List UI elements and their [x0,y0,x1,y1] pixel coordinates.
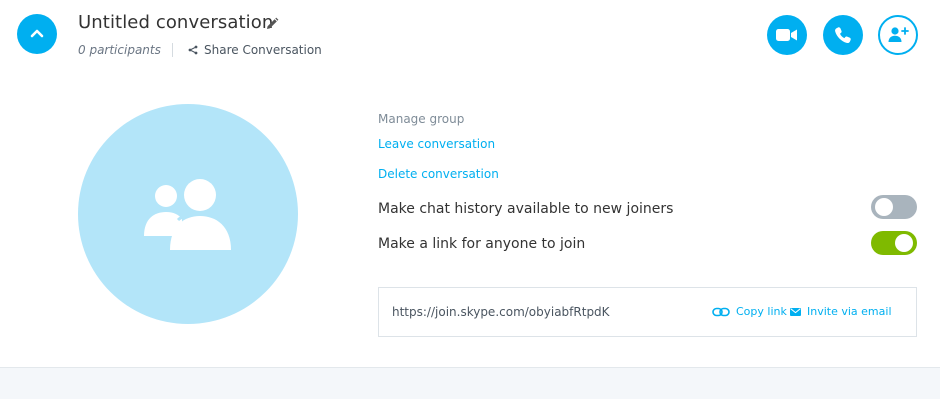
link-icon [712,307,730,316]
invite-via-email-label: Invite via email [807,305,892,318]
add-participant-button[interactable] [878,15,918,55]
toggle-knob [875,198,893,216]
join-link-url[interactable]: https://join.skype.com/obyiabfRtpdK [392,305,610,319]
conversation-header: Untitled conversation 0 participants Sha… [0,0,940,80]
participants-count: 0 participants [78,43,161,57]
copy-link-button[interactable]: Copy link [712,305,787,318]
add-person-icon [888,27,909,42]
message-compose-area[interactable] [0,367,940,399]
join-link-label: Make a link for anyone to join [378,236,586,252]
phone-icon [835,27,851,44]
group-icon [144,179,231,250]
leave-conversation-link[interactable]: Leave conversation [378,137,495,151]
video-camera-icon [776,29,797,41]
invite-via-email-button[interactable]: Invite via email [790,305,892,318]
share-conversation-button[interactable]: Share Conversation [188,43,322,57]
chat-history-toggle[interactable] [871,195,917,219]
audio-call-button[interactable] [823,15,863,55]
header-divider [172,43,173,57]
chat-history-label: Make chat history available to new joine… [378,201,674,217]
video-call-button[interactable] [767,15,807,55]
collapse-button[interactable] [17,14,57,54]
join-link-box: https://join.skype.com/obyiabfRtpdK Copy… [378,287,917,337]
chevron-up-icon [30,29,44,38]
share-conversation-label: Share Conversation [204,43,322,57]
toggle-knob [895,234,913,252]
delete-conversation-link[interactable]: Delete conversation [378,167,499,181]
conversation-title: Untitled conversation [78,12,274,33]
copy-link-label: Copy link [736,305,787,318]
group-avatar[interactable] [78,104,298,324]
join-link-toggle[interactable] [871,231,917,255]
manage-group-heading: Manage group [378,112,465,126]
envelope-icon [790,307,801,316]
pencil-icon[interactable] [265,17,279,31]
share-icon [188,45,198,55]
